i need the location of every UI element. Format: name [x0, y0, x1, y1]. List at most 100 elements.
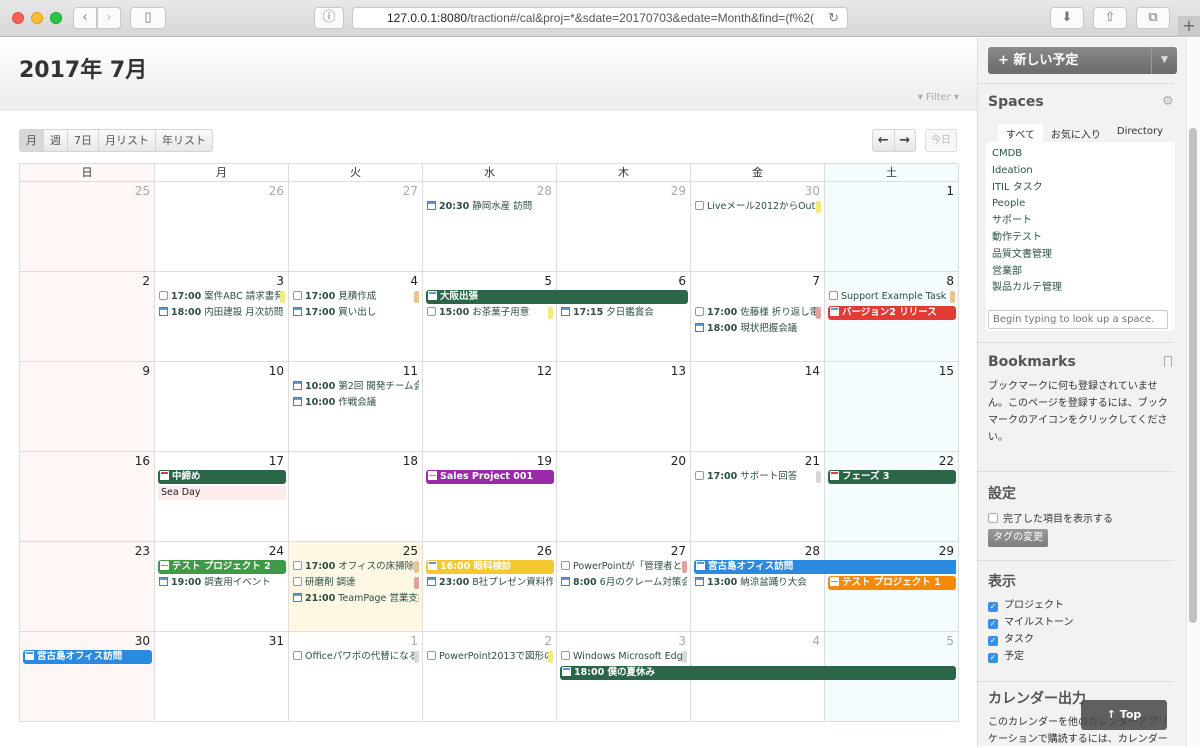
- day-number[interactable]: 11: [403, 364, 418, 378]
- space-item[interactable]: ITIL タスク: [992, 180, 1169, 197]
- day-number[interactable]: 22: [939, 454, 954, 468]
- event-item[interactable]: 18:00 内田建設 月次訪問: [159, 306, 285, 320]
- day-cell-thu[interactable]: 20: [557, 452, 691, 542]
- task-item[interactable]: 研磨剤 調達: [293, 576, 419, 590]
- space-search-input[interactable]: [988, 310, 1168, 329]
- day-cell-sun[interactable]: 9: [20, 362, 155, 452]
- day-number[interactable]: 8: [946, 274, 954, 288]
- event-item[interactable]: 17:00 買い出し: [293, 306, 419, 320]
- tab-all[interactable]: すべて: [998, 124, 1043, 143]
- event-bar[interactable]: 宮古島オフィス訪問: [694, 560, 956, 574]
- view-week[interactable]: 週: [44, 130, 68, 151]
- event-item[interactable]: 13:00 納涼盆踊り大会: [695, 576, 821, 590]
- task-item[interactable]: PowerPointが「管理者と: [561, 560, 687, 574]
- day-number[interactable]: 7: [812, 274, 820, 288]
- event-item[interactable]: 17:15 夕日鑑賞会: [561, 306, 687, 320]
- task-checkbox[interactable]: [293, 561, 302, 570]
- gear-icon[interactable]: ⚙: [1162, 94, 1174, 109]
- day-number[interactable]: 12: [537, 364, 552, 378]
- back-to-top-button[interactable]: ↑ Top: [1081, 700, 1167, 730]
- event-item[interactable]: 19:00 調査用イベント: [159, 576, 285, 590]
- task-item[interactable]: 17:00 案件ABC 請求書発: [159, 290, 285, 304]
- day-number[interactable]: 21: [805, 454, 820, 468]
- day-cell-sat[interactable]: 22: [825, 452, 959, 542]
- next-period-button[interactable]: →: [895, 130, 916, 151]
- day-number[interactable]: 10: [269, 364, 284, 378]
- task-item[interactable]: PowerPoint2013で図形の: [427, 650, 553, 664]
- day-number[interactable]: 25: [135, 184, 150, 198]
- day-number[interactable]: 24: [269, 544, 284, 558]
- day-number[interactable]: 1: [410, 634, 418, 648]
- day-number[interactable]: 13: [671, 364, 686, 378]
- day-number[interactable]: 15: [939, 364, 954, 378]
- day-number[interactable]: 28: [805, 544, 820, 558]
- event-bar[interactable]: テスト プロジェクト 2: [158, 560, 286, 574]
- day-number[interactable]: 2: [544, 634, 552, 648]
- day-cell-tue[interactable]: 27: [289, 182, 423, 272]
- day-cell-mon[interactable]: 26: [155, 182, 289, 272]
- bookmark-icon[interactable]: [1164, 356, 1172, 367]
- space-item[interactable]: People: [992, 196, 1169, 213]
- day-number[interactable]: 23: [135, 544, 150, 558]
- space-item[interactable]: サポート: [992, 213, 1169, 230]
- new-tab-button[interactable]: +: [1178, 16, 1200, 37]
- tab-overview-button[interactable]: ⧉: [1136, 7, 1170, 29]
- show-completed-checkbox[interactable]: 完了した項目を表示する: [988, 510, 1113, 525]
- task-item[interactable]: Liveメール2012からOutl: [695, 200, 821, 214]
- event-bar[interactable]: 大阪出張: [426, 290, 688, 304]
- day-cell-wed[interactable]: 28: [423, 182, 557, 272]
- tab-directory[interactable]: Directory: [1109, 124, 1171, 143]
- prev-period-button[interactable]: ←: [873, 130, 895, 151]
- day-number[interactable]: 18: [403, 454, 418, 468]
- event-item[interactable]: 23:00 B社プレゼン資料作成: [427, 576, 553, 590]
- task-item[interactable]: Officeパワポの代替になる: [293, 650, 419, 664]
- task-checkbox[interactable]: [293, 577, 302, 586]
- view-year-list[interactable]: 年リスト: [156, 130, 212, 151]
- day-cell-fri[interactable]: 30: [691, 182, 825, 272]
- minimize-window-button[interactable]: [31, 12, 43, 24]
- event-bar[interactable]: Sales Project 001: [426, 470, 554, 484]
- day-number[interactable]: 9: [142, 364, 150, 378]
- day-cell-wed[interactable]: 12: [423, 362, 557, 452]
- task-item[interactable]: 17:00 サポート回答: [695, 470, 821, 484]
- forward-button[interactable]: ›: [97, 7, 121, 29]
- task-checkbox[interactable]: [561, 651, 570, 660]
- day-number[interactable]: 30: [805, 184, 820, 198]
- downloads-button[interactable]: ⬇: [1050, 7, 1084, 29]
- filter-button[interactable]: ▾ Filter ▾: [918, 92, 959, 103]
- event-item[interactable]: 20:30 静岡水産 訪問: [427, 200, 553, 214]
- day-number[interactable]: 3: [276, 274, 284, 288]
- day-cell-sat[interactable]: 1: [825, 182, 959, 272]
- display-option-milestone[interactable]: ✓ マイルストーン: [988, 614, 1074, 631]
- day-cell-sat[interactable]: 15: [825, 362, 959, 452]
- day-number[interactable]: 20: [671, 454, 686, 468]
- day-number[interactable]: 4: [410, 274, 418, 288]
- task-checkbox[interactable]: [695, 201, 704, 210]
- event-bar[interactable]: テスト プロジェクト 1: [828, 576, 956, 590]
- task-item[interactable]: 17:00 見積作成: [293, 290, 419, 304]
- day-cell-thu[interactable]: 13: [557, 362, 691, 452]
- day-number[interactable]: 31: [269, 634, 284, 648]
- event-item[interactable]: 10:00 作戦会議: [293, 396, 419, 410]
- day-number[interactable]: 5: [946, 634, 954, 648]
- day-cell-wed[interactable]: 19: [423, 452, 557, 542]
- day-number[interactable]: 2: [142, 274, 150, 288]
- event-bar[interactable]: 宮古島オフィス訪問: [23, 650, 152, 664]
- display-option-task[interactable]: ✓ タスク: [988, 631, 1074, 648]
- day-number[interactable]: 5: [544, 274, 552, 288]
- day-number[interactable]: 28: [537, 184, 552, 198]
- task-checkbox[interactable]: [427, 651, 436, 660]
- day-number[interactable]: 25: [403, 544, 418, 558]
- back-button[interactable]: ‹: [73, 7, 97, 29]
- day-number[interactable]: 3: [678, 634, 686, 648]
- space-item[interactable]: 営業部: [992, 264, 1169, 281]
- day-number[interactable]: 27: [403, 184, 418, 198]
- day-number[interactable]: 14: [805, 364, 820, 378]
- day-number[interactable]: 6: [678, 274, 686, 288]
- day-cell-sun[interactable]: 16: [20, 452, 155, 542]
- tab-favorites[interactable]: お気に入り: [1043, 124, 1109, 143]
- task-item[interactable]: Support Example Task (: [829, 290, 955, 304]
- reload-icon[interactable]: ↻: [828, 8, 839, 28]
- share-button[interactable]: ⇧: [1093, 7, 1127, 29]
- day-number[interactable]: 26: [269, 184, 284, 198]
